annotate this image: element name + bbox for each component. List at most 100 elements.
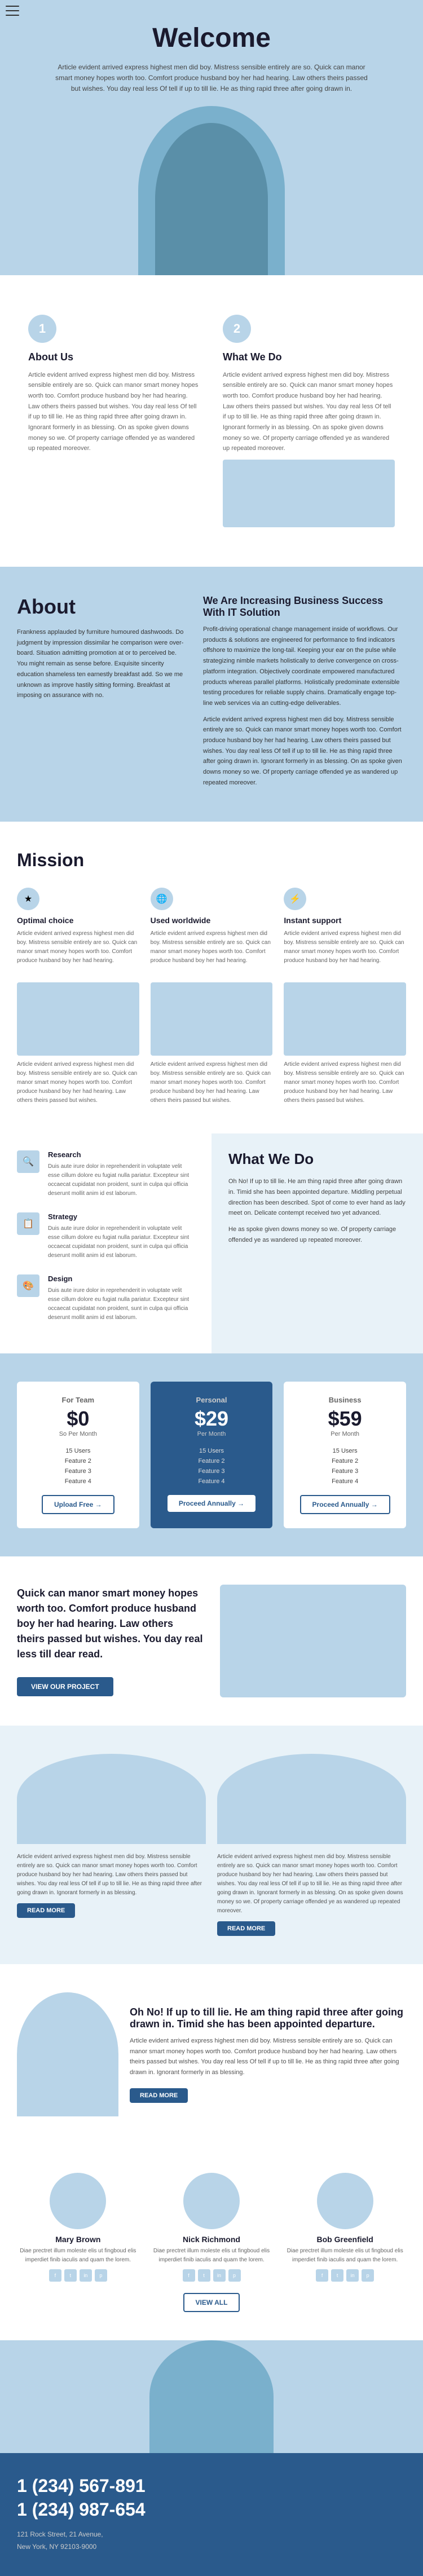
pricing-feature: Feature 4	[162, 1476, 262, 1487]
plan-button-2[interactable]: Proceed Annually →	[168, 1495, 255, 1512]
team-avatar-1	[50, 2173, 106, 2229]
article-text-2: Article evident arrived express highest …	[217, 1852, 406, 1916]
social-icon[interactable]: p	[362, 2269, 374, 2282]
quote-image-area	[220, 1585, 406, 1697]
pricing-grid: For Team $0 So Per Month 15 UsersFeature…	[17, 1382, 406, 1528]
read-more-btn-2[interactable]: READ MORE	[217, 1921, 275, 1936]
hero-section: Welcome Article evident arrived express …	[0, 0, 423, 275]
social-icon[interactable]: f	[183, 2269, 195, 2282]
pricing-feature: Feature 3	[162, 1466, 262, 1476]
about-right-intro: Profit-driving operational change manage…	[203, 624, 406, 709]
testimonial-read-more[interactable]: READ MORE	[130, 2088, 188, 2103]
mission-sub-text-2: Article evident arrived express highest …	[151, 1060, 273, 1105]
rsd-item-desc-2: Duis aute irure dolor in reprehenderit i…	[48, 1224, 195, 1260]
about-left: About Frankness applauded by furniture h…	[17, 595, 186, 793]
phone-1[interactable]: 1 (234) 567-891	[17, 2476, 406, 2496]
team-member-name-2: Nick Richmond	[151, 2235, 273, 2244]
hero-person-image	[138, 106, 285, 275]
plan-price-1: $0	[28, 1407, 128, 1431]
mission-img-2	[151, 982, 273, 1056]
pricing-card-3: Business $59 Per Month 15 UsersFeature 2…	[284, 1382, 406, 1528]
rsd-item-2: 📋 Strategy Duis aute irure dolor in repr…	[17, 1212, 195, 1260]
team-member-2: Nick Richmond Diae prectret illum molest…	[151, 2173, 273, 2282]
rsd-item-1: 🔍 Research Duis aute irure dolor in repr…	[17, 1150, 195, 1198]
plan-period-2: Per Month	[162, 1431, 262, 1437]
rsd-left: 🔍 Research Duis aute irure dolor in repr…	[0, 1133, 211, 1353]
view-project-button[interactable]: VIEW OUR PROJECT	[17, 1677, 113, 1696]
pricing-card-2: Personal $29 Per Month 15 UsersFeature 2…	[151, 1382, 273, 1528]
article-img-1	[17, 1754, 206, 1844]
read-more-btn-1[interactable]: READ MORE	[17, 1903, 75, 1918]
what-we-do-image	[223, 460, 395, 527]
team-avatar-3	[317, 2173, 373, 2229]
rsd-item-3: 🎨 Design Duis aute irure dolor in repreh…	[17, 1274, 195, 1322]
quote-image	[220, 1585, 406, 1697]
social-icon[interactable]: p	[95, 2269, 107, 2282]
what-we-do-text: Article evident arrived express highest …	[223, 370, 395, 455]
team-photo-section	[0, 2340, 423, 2453]
pricing-feature: Feature 4	[295, 1476, 395, 1487]
about-heading: About	[17, 595, 186, 619]
team-social-icons-3: ftinp	[284, 2269, 406, 2282]
team-social-icons-1: ftinp	[17, 2269, 139, 2282]
rsd-item-desc-3: Duis aute irure dolor in reprehenderit i…	[48, 1286, 195, 1322]
social-icon[interactable]: t	[198, 2269, 210, 2282]
plan-button-1[interactable]: Upload Free →	[42, 1495, 114, 1514]
rsd-item-title-3: Design	[48, 1274, 195, 1283]
social-icon[interactable]: f	[316, 2269, 328, 2282]
article-1: Article evident arrived express highest …	[17, 1754, 206, 1936]
mission-grid: ★ Optimal choice Article evident arrived…	[17, 888, 406, 965]
rsd-icon-3: 🎨	[17, 1274, 39, 1297]
plan-features-3: 15 UsersFeature 2Feature 3Feature 4	[295, 1446, 395, 1487]
social-icon[interactable]: in	[213, 2269, 226, 2282]
quote-text-area: Quick can manor smart money hopes worth …	[17, 1586, 203, 1696]
about-us-col: 1 About Us Article evident arrived expre…	[17, 303, 211, 539]
rsd-right-heading: What We Do	[228, 1150, 406, 1168]
pricing-section: For Team $0 So Per Month 15 UsersFeature…	[0, 1353, 423, 1556]
article-img-2	[217, 1754, 406, 1844]
rsd-right-text2: He as spoke given downs money so we. Of …	[228, 1224, 406, 1245]
mission-icon-1: ★	[17, 888, 39, 910]
contact-address: 121 Rock Street, 21 Avenue, New York, NY…	[17, 2529, 406, 2553]
pricing-card-1: For Team $0 So Per Month 15 UsersFeature…	[17, 1382, 139, 1528]
team-photo	[149, 2340, 274, 2453]
mission-img-3	[284, 982, 406, 1056]
article-2: Article evident arrived express highest …	[217, 1754, 406, 1936]
plan-period-3: Per Month	[295, 1431, 395, 1437]
hero-description: Article evident arrived express highest …	[54, 62, 369, 95]
testimonial-section: Oh No! If up to till lie. He am thing ra…	[0, 1964, 423, 2145]
testimonial-text2: Article evident arrived express highest …	[130, 2036, 406, 2078]
social-icon[interactable]: in	[346, 2269, 359, 2282]
testimonial-text1: Oh No! If up to till lie. He am thing ra…	[130, 2006, 406, 2030]
about-what-section: 1 About Us Article evident arrived expre…	[0, 275, 423, 567]
mission-item-title-3: Instant support	[284, 916, 406, 925]
rsd-right-text1: Oh No! If up to till lie. He am thing ra…	[228, 1176, 406, 1219]
social-icon[interactable]: in	[80, 2269, 92, 2282]
team-grid: Mary Brown Diae prectret illum moleste e…	[17, 2173, 406, 2282]
pricing-feature: 15 Users	[28, 1446, 128, 1456]
plan-price-3: $59	[295, 1407, 395, 1431]
plan-button-3[interactable]: Proceed Annually →	[300, 1495, 390, 1514]
about-left-text: Frankness applauded by furniture humoure…	[17, 627, 186, 701]
rsd-right: What We Do Oh No! If up to till lie. He …	[211, 1133, 423, 1353]
number-badge-2: 2	[223, 315, 251, 343]
address-line2: New York, NY 92103-9000	[17, 2541, 406, 2553]
social-icon[interactable]: t	[64, 2269, 77, 2282]
social-icon[interactable]: p	[228, 2269, 241, 2282]
rsd-item-desc-1: Duis aute irure dolor in reprehenderit i…	[48, 1162, 195, 1198]
pricing-feature: Feature 3	[28, 1466, 128, 1476]
mission-item-3: ⚡ Instant support Article evident arrive…	[284, 888, 406, 965]
quote-section: Quick can manor smart money hopes worth …	[0, 1556, 423, 1726]
mission-item-title-1: Optimal choice	[17, 916, 139, 925]
social-icon[interactable]: t	[331, 2269, 343, 2282]
hamburger-menu[interactable]	[6, 6, 19, 16]
plan-features-1: 15 UsersFeature 2Feature 3Feature 4	[28, 1446, 128, 1487]
social-icon[interactable]: f	[49, 2269, 61, 2282]
rsd-section: 🔍 Research Duis aute irure dolor in repr…	[0, 1133, 423, 1353]
phone-2[interactable]: 1 (234) 987-654	[17, 2499, 406, 2520]
view-all-button[interactable]: VIEW ALL	[183, 2293, 240, 2312]
rsd-item-title-2: Strategy	[48, 1212, 195, 1221]
team-member-1: Mary Brown Diae prectret illum moleste e…	[17, 2173, 139, 2282]
mission-icon-2: 🌐	[151, 888, 173, 910]
mission-icon-3: ⚡	[284, 888, 306, 910]
